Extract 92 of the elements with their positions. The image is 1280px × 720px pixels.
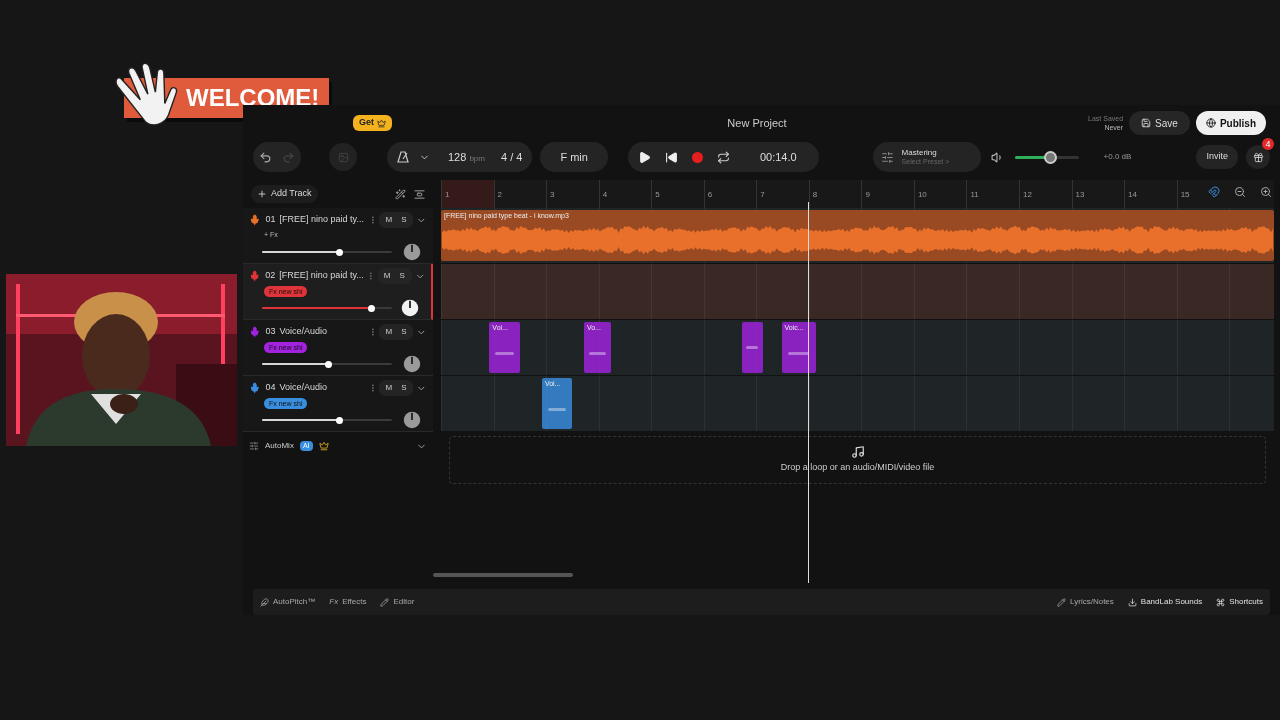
drop-zone-text: Drop a loop or an audio/MIDI/video file (780, 461, 935, 475)
ruler-number: 13 (1075, 190, 1085, 199)
track-name[interactable]: [FREE] nino paid ty... (279, 213, 368, 227)
bottom-bar-button[interactable]: Editor (373, 596, 422, 608)
key-selector: F min (540, 142, 608, 172)
feather-icon (260, 597, 269, 607)
waving-hand-icon (112, 62, 178, 128)
track-number: 03 (265, 325, 276, 339)
tempo-value[interactable]: 128 bpm (448, 148, 485, 166)
crown-icon (377, 118, 386, 128)
gift-button[interactable] (1246, 145, 1270, 169)
track-number: 01 (265, 213, 276, 227)
pencil-icon (380, 597, 390, 607)
automix-label[interactable]: AutoMix (265, 440, 294, 452)
save-button[interactable]: Save (1129, 111, 1190, 135)
sliders-icon (880, 150, 894, 164)
track-number: 04 (265, 381, 276, 395)
record-icon[interactable] (691, 151, 703, 163)
solo-button[interactable]: S (396, 382, 412, 394)
bottom-bar-button[interactable]: Shortcuts (1209, 596, 1270, 608)
add-music-icon (850, 445, 865, 460)
bottom-bar-button[interactable]: Fx Effects (322, 596, 374, 608)
ruler-number: 8 (812, 190, 818, 199)
metronome-icon[interactable] (397, 151, 409, 163)
publish-button[interactable]: Publish (1195, 111, 1266, 135)
waveform (589, 351, 606, 355)
invite-button[interactable]: Invite (1196, 145, 1238, 169)
track-number: 02 (265, 269, 276, 283)
track-name[interactable]: Voice/Audio (279, 381, 368, 395)
wand-icon[interactable] (395, 188, 406, 200)
pan-knob[interactable] (401, 409, 423, 431)
plus-icon (257, 189, 267, 199)
undo-icon[interactable] (259, 150, 272, 164)
project-title: New Project (727, 115, 787, 131)
globe-icon (1205, 118, 1216, 128)
get-premium-button[interactable]: Get (353, 115, 392, 131)
time-display: 00:14.0 (759, 149, 797, 165)
add-track-button[interactable]: Add Track (251, 185, 318, 203)
ruler-number: 1 (445, 190, 450, 199)
pan-knob[interactable] (401, 353, 423, 375)
bottom-bar-button[interactable]: BandLab Sounds (1120, 596, 1210, 608)
ruler-number: 6 (707, 190, 713, 199)
ruler-number: 12 (1023, 190, 1032, 199)
ruler-number: 3 (550, 190, 555, 199)
audio-clip[interactable] (741, 322, 763, 373)
waveform (788, 351, 810, 355)
track-name[interactable]: Voice/Audio (279, 325, 368, 339)
bottom-bar-button[interactable]: AutoPitch™ (253, 596, 323, 608)
track-name[interactable]: [FREE] nino paid ty... (279, 269, 367, 283)
mute-button[interactable]: M (381, 326, 397, 338)
waveform (745, 346, 759, 349)
ruler-number: 4 (602, 190, 608, 199)
mastering-title: Mastering (901, 148, 938, 157)
solo-button[interactable]: S (396, 326, 412, 338)
solo-button[interactable]: S (394, 270, 410, 282)
skip-back-icon[interactable] (664, 150, 678, 164)
ruler-number: 2 (497, 190, 502, 199)
bottom-bar-button[interactable]: Lyrics/Notes (1050, 596, 1121, 608)
ruler-number: 9 (865, 190, 870, 199)
crown-icon (318, 441, 329, 451)
time-signature[interactable]: 4 / 4 (501, 148, 523, 166)
mute-button[interactable]: M (379, 270, 395, 282)
mute-button[interactable]: M (381, 382, 397, 394)
image-icon (337, 151, 349, 163)
ruler-number: 11 (970, 190, 979, 199)
ruler-number: 10 (917, 190, 927, 199)
ruler-number: 7 (760, 190, 765, 199)
ruler-number: 15 (1180, 190, 1190, 199)
pan-knob[interactable] (401, 241, 423, 263)
loop-icon[interactable] (716, 150, 730, 164)
ruler-number: 14 (1128, 190, 1137, 199)
waveform (495, 351, 514, 355)
solo-button[interactable]: S (396, 214, 412, 226)
mixer-icon (249, 441, 259, 451)
waveform (548, 407, 567, 411)
command-icon (1216, 597, 1226, 607)
speaker-icon[interactable] (990, 150, 1004, 164)
gain-readout: +0.0 dB (1103, 151, 1132, 163)
notification-badge: 4 (1262, 138, 1274, 150)
mute-button[interactable]: M (381, 214, 397, 226)
play-icon[interactable] (637, 150, 651, 164)
magnet-icon[interactable] (1208, 186, 1220, 198)
horizontal-scrollbar[interactable] (433, 573, 573, 577)
fx-icon: Fx (329, 596, 339, 608)
ruler-number: 5 (655, 190, 660, 199)
gift-icon (1252, 151, 1264, 163)
pan-knob[interactable] (399, 297, 421, 319)
zoom-out-icon[interactable] (1234, 186, 1246, 198)
fit-tracks-icon[interactable] (414, 188, 425, 200)
zoom-in-icon[interactable] (1260, 186, 1272, 198)
pen-icon (1057, 597, 1067, 607)
save-icon (1141, 118, 1152, 128)
